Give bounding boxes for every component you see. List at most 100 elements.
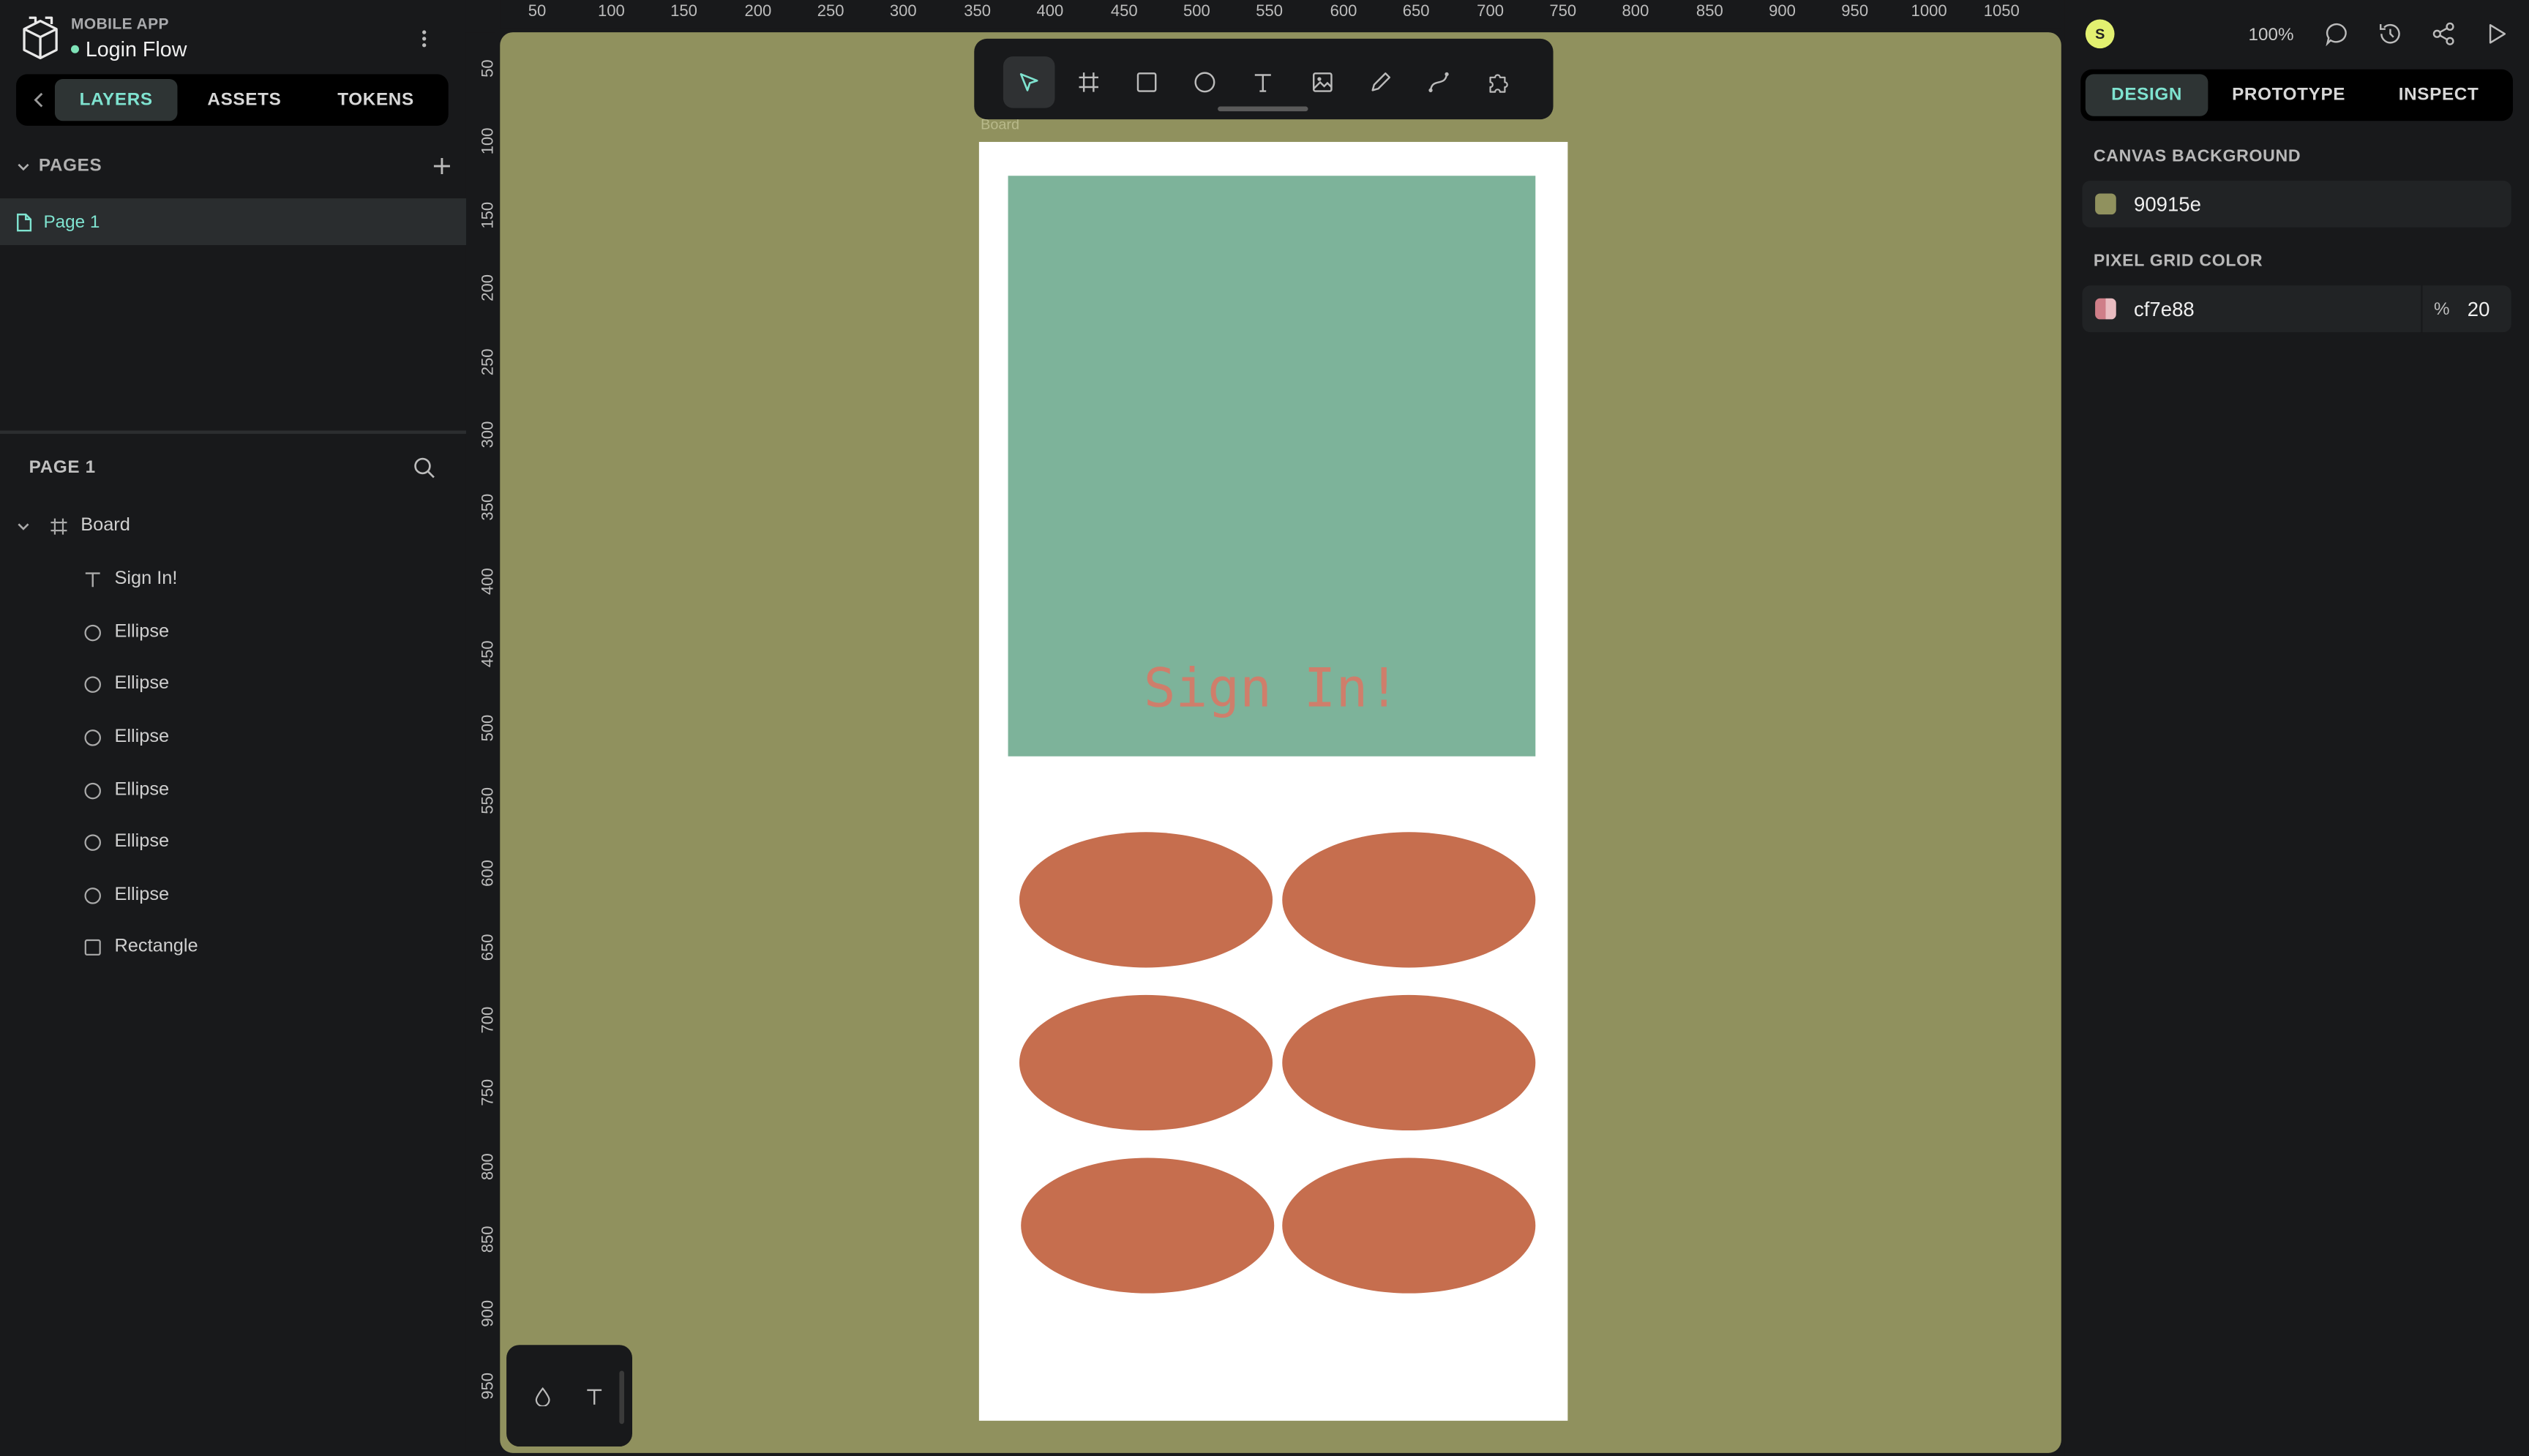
comments-icon[interactable] [2324, 21, 2350, 47]
hero-rectangle[interactable]: Sign In! [1008, 176, 1536, 757]
rectangle-tool[interactable] [1121, 56, 1173, 108]
layer-item[interactable]: Ellipse [84, 885, 170, 905]
move-tool[interactable] [1003, 56, 1055, 108]
layer-item[interactable]: Ellipse [84, 622, 170, 642]
layer-item[interactable]: Ellipse [84, 781, 169, 800]
grid-opacity-value[interactable]: 20 [2468, 298, 2490, 320]
layer-label: Ellipse [114, 622, 170, 642]
chevron-down-icon[interactable] [16, 519, 31, 533]
user-avatar[interactable]: S [2085, 19, 2115, 49]
ruler-tick-label: 250 [479, 348, 498, 376]
zoom-level[interactable]: 100% [2248, 26, 2293, 45]
ruler-tick-label: 600 [479, 860, 498, 887]
ellipse-shape[interactable] [1021, 1157, 1275, 1294]
ruler-tick-label: 350 [964, 3, 992, 21]
page-icon [17, 212, 32, 231]
back-button[interactable] [23, 80, 55, 119]
layer-item[interactable]: Sign In! [84, 569, 178, 589]
ellipse-shape[interactable] [1282, 994, 1536, 1131]
ruler-tick-label: 1000 [1911, 3, 1947, 21]
board-tool[interactable] [1063, 56, 1114, 108]
pages-heading: PAGES [38, 156, 102, 176]
grid-color-swatch[interactable] [2095, 298, 2116, 320]
horizontal-ruler: 50 100 150 200 250 300 350 400 450 500 5… [500, 0, 2061, 29]
search-icon[interactable] [413, 457, 435, 479]
ruler-tick-label: 250 [817, 3, 844, 21]
ruler-tick-label: 100 [479, 127, 498, 155]
pencil-icon [1371, 72, 1391, 91]
tab-assets[interactable]: ASSETS [177, 79, 311, 121]
ruler-tick-label: 650 [479, 934, 498, 961]
layer-item-board[interactable]: Board [16, 516, 130, 536]
page-item[interactable]: Page 1 [0, 198, 466, 246]
more-options-icon[interactable] [414, 26, 433, 51]
ruler-tick-label: 500 [479, 714, 498, 742]
layer-label: Ellipse [114, 885, 170, 905]
ruler-tick-label: 400 [1036, 3, 1064, 21]
penpot-logo-icon[interactable] [19, 15, 61, 60]
tab-prototype[interactable]: PROTOTYPE [2208, 74, 2369, 116]
layer-item[interactable]: Ellipse [84, 832, 169, 852]
ellipse-icon [84, 833, 101, 850]
text-icon [85, 571, 100, 587]
tab-layers[interactable]: LAYERS [54, 79, 178, 121]
layer-label: Sign In! [114, 569, 178, 589]
ruler-tick-label: 850 [479, 1226, 498, 1253]
layer-label: Ellipse [114, 674, 170, 694]
panel-divider[interactable] [0, 430, 466, 434]
grid-color-value[interactable]: cf7e88 [2134, 298, 2195, 320]
history-icon[interactable] [2378, 21, 2403, 47]
image-tool[interactable] [1297, 56, 1349, 108]
ruler-tick-label: 150 [479, 201, 498, 229]
ruler-tick-label: 700 [479, 1006, 498, 1034]
toolbar-grip[interactable] [1218, 106, 1308, 112]
share-icon[interactable] [2431, 21, 2457, 47]
text-palette-icon[interactable] [585, 1387, 603, 1406]
tab-inspect[interactable]: INSPECT [2369, 74, 2509, 116]
ellipse-shape[interactable] [1019, 994, 1273, 1131]
play-icon[interactable] [2484, 21, 2509, 47]
pixel-grid-field[interactable]: cf7e88 % 20 [2082, 285, 2511, 333]
ruler-tick-label: 850 [1696, 3, 1723, 21]
ruler-tick-label: 500 [1183, 3, 1210, 21]
canvas-background-field[interactable]: 90915e [2082, 180, 2511, 228]
canvas-color-value[interactable]: 90915e [2134, 192, 2201, 215]
ellipse-shape[interactable] [1282, 1157, 1536, 1294]
ruler-tick-label: 600 [1330, 3, 1357, 21]
pixel-grid-heading: PIXEL GRID COLOR [2093, 251, 2263, 271]
ellipse-icon [1194, 72, 1215, 93]
ellipse-tool[interactable] [1179, 56, 1231, 108]
ruler-tick-label: 450 [1110, 3, 1138, 21]
file-title[interactable]: Login Flow [70, 37, 187, 61]
add-page-icon[interactable] [432, 157, 452, 176]
ruler-tick-label: 550 [1256, 3, 1284, 21]
color-palette-icon[interactable] [534, 1386, 552, 1406]
layer-item[interactable]: Ellipse [84, 727, 169, 746]
project-name: MOBILE APP [70, 16, 169, 34]
path-icon [1428, 72, 1449, 93]
ellipse-shape[interactable] [1282, 832, 1536, 968]
ruler-tick-label: 900 [1769, 3, 1796, 21]
text-tool[interactable] [1237, 56, 1289, 108]
design-canvas[interactable]: Board Sign In! [500, 32, 2061, 1453]
pencil-tool[interactable] [1355, 56, 1406, 108]
ellipse-icon [84, 887, 101, 904]
path-tool[interactable] [1413, 56, 1465, 108]
layer-item[interactable]: Rectangle [84, 937, 198, 956]
ruler-tick-label: 300 [889, 3, 917, 21]
ruler-tick-label: 1050 [1983, 3, 2020, 21]
ellipse-shape[interactable] [1019, 832, 1273, 968]
tab-tokens[interactable]: TOKENS [311, 79, 440, 121]
palette-grip[interactable] [619, 1370, 624, 1425]
tab-design[interactable]: DESIGN [2085, 74, 2208, 116]
plugins-tool[interactable] [1472, 56, 1524, 108]
grid-opacity-field[interactable]: % 20 [2421, 285, 2490, 333]
ruler-tick-label: 400 [479, 568, 498, 595]
ellipse-icon [84, 781, 101, 799]
design-tabs: DESIGN PROTOTYPE INSPECT [2080, 69, 2513, 121]
pages-section-toggle[interactable]: PAGES [16, 157, 452, 176]
canvas-color-swatch[interactable] [2095, 193, 2116, 215]
board[interactable]: Sign In! [978, 141, 1568, 1421]
layer-item[interactable]: Ellipse [84, 674, 170, 694]
sign-in-text[interactable]: Sign In! [1008, 656, 1536, 719]
